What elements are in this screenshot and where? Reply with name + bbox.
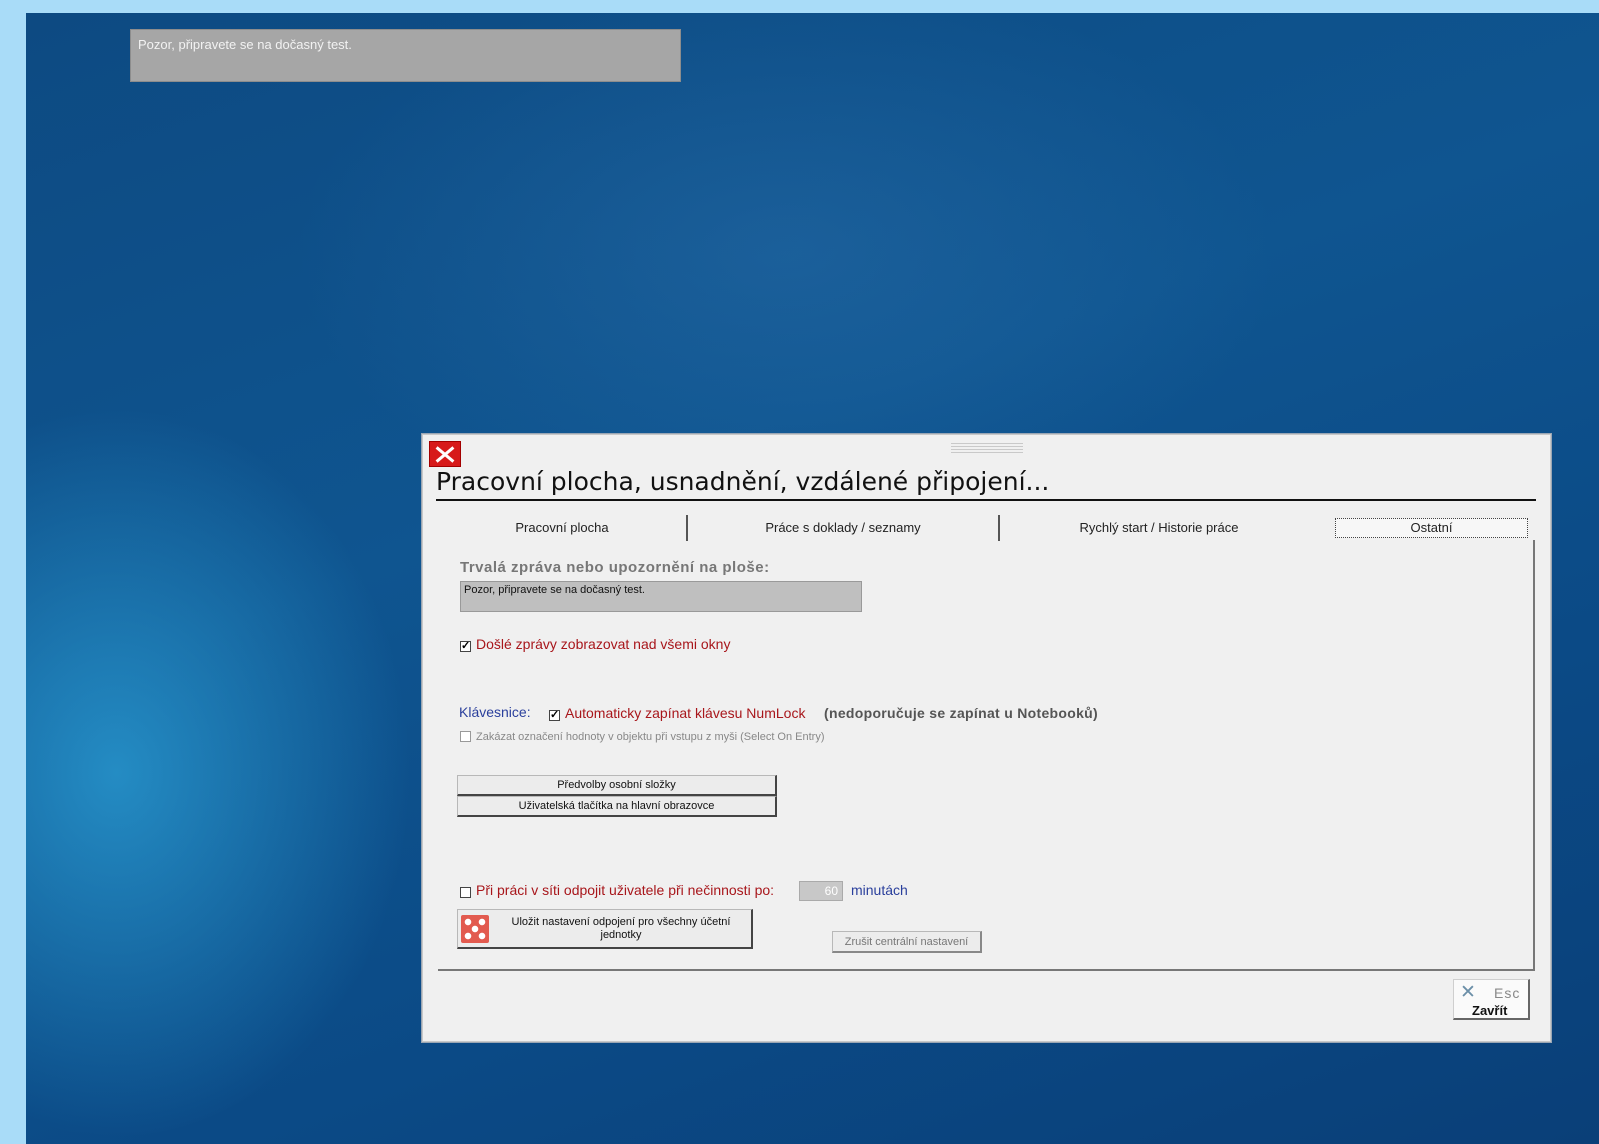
- show-on-top-checkbox[interactable]: ✓: [460, 641, 471, 652]
- save-disconnect-label: Uložit nastavení odpojení pro všechny úč…: [511, 916, 731, 941]
- tab-prace-s-doklady[interactable]: Práce s doklady / seznamy: [688, 515, 998, 541]
- esc-key-label: Esc: [1494, 985, 1521, 1001]
- keyboard-label: Klávesnice:: [459, 704, 531, 720]
- show-on-top-label: Došlé zprávy zobrazovat nad všemi okny: [476, 636, 731, 652]
- tab-pracovni-plocha[interactable]: Pracovní plocha: [438, 515, 686, 541]
- close-button[interactable]: ✕ Esc Zavřít: [1453, 979, 1530, 1020]
- tab-ostatni[interactable]: Ostatní: [1335, 518, 1528, 538]
- save-disconnect-button[interactable]: Uložit nastavení odpojení pro všechny úč…: [457, 909, 753, 949]
- minutes-unit-label: minutách: [851, 882, 908, 898]
- idle-disconnect-checkbox[interactable]: [460, 887, 471, 898]
- idle-minutes-input[interactable]: [799, 881, 843, 901]
- close-label: Zavřít: [1472, 1003, 1508, 1018]
- idle-disconnect-label: Při práci v síti odpojit uživatele při n…: [476, 882, 775, 898]
- close-icon[interactable]: [429, 441, 461, 467]
- numlock-note: (nedoporučuje se zapínat u Notebooků): [824, 705, 1098, 721]
- cancel-central-button[interactable]: Zrušit centrální nastavení: [832, 931, 982, 953]
- message-label: Trvalá zpráva nebo upozornění na ploše:: [460, 559, 770, 576]
- settings-dialog: Pracovní plocha, usnadnění, vzdálené při…: [422, 434, 1551, 1042]
- desktop-notice: Pozor, připravete se na dočasný test.: [130, 29, 681, 82]
- select-on-entry-checkbox[interactable]: [460, 731, 471, 742]
- message-input[interactable]: Pozor, připravete se na dočasný test.: [460, 581, 862, 612]
- select-on-entry-label: Zakázat označení hodnoty v objektu při v…: [476, 731, 825, 743]
- numlock-label: Automaticky zapínat klávesu NumLock: [565, 705, 806, 721]
- numlock-checkbox[interactable]: ✓: [549, 710, 560, 721]
- personal-folder-button[interactable]: Předvolby osobní složky: [457, 775, 777, 796]
- save-settings-icon: [461, 915, 489, 943]
- dialog-title: Pracovní plocha, usnadnění, vzdálené při…: [436, 467, 1050, 496]
- close-x-icon: ✕: [1460, 982, 1476, 1003]
- drag-grip-icon[interactable]: [951, 443, 1023, 453]
- tab-rychly-start[interactable]: Rychlý start / Historie práce: [1000, 515, 1318, 541]
- desktop: Pozor, připravete se na dočasný test. Pr…: [26, 13, 1599, 1144]
- title-divider: [436, 499, 1536, 501]
- user-buttons-button[interactable]: Uživatelská tlačítka na hlavní obrazovce: [457, 796, 777, 817]
